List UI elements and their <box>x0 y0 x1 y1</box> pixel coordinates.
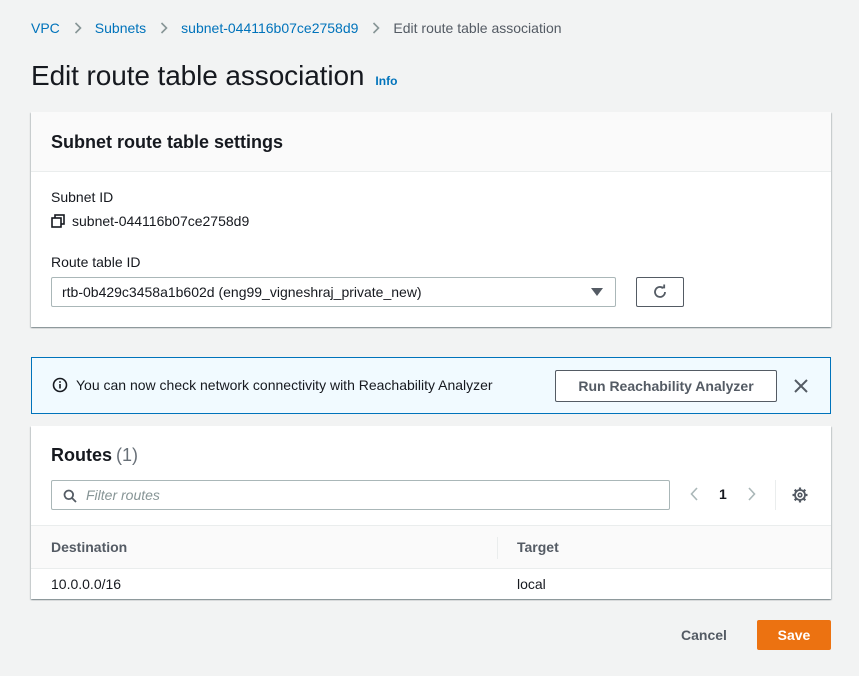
chevron-left-icon[interactable] <box>686 484 702 504</box>
save-button[interactable]: Save <box>757 620 831 650</box>
page-number[interactable]: 1 <box>719 486 727 502</box>
route-target: local <box>517 576 546 592</box>
refresh-button[interactable] <box>636 277 684 307</box>
route-table-id-label: Route table ID <box>51 254 141 270</box>
column-divider[interactable] <box>497 537 498 559</box>
column-header-target[interactable]: Target <box>517 539 559 555</box>
subnet-id-label: Subnet ID <box>51 189 114 205</box>
info-icon <box>52 377 68 393</box>
route-destination: 10.0.0.0/16 <box>51 576 122 592</box>
routes-panel: Routes(1) 1 Destination Target 10.0.0.0/… <box>31 426 831 599</box>
run-reachability-analyzer-button[interactable]: Run Reachability Analyzer <box>555 370 777 402</box>
chevron-right-icon[interactable] <box>744 484 760 504</box>
breadcrumb-current: Edit route table association <box>393 20 562 36</box>
chevron-right-icon <box>74 22 82 34</box>
filter-routes-input-wrapper[interactable] <box>51 480 670 510</box>
gear-icon[interactable] <box>792 487 808 503</box>
route-table-select[interactable]: rtb-0b429c3458a1b602d (eng99_vigneshraj_… <box>51 277 616 307</box>
copy-icon[interactable] <box>51 214 65 228</box>
column-header-destination[interactable]: Destination <box>51 539 127 555</box>
filter-routes-input[interactable] <box>86 487 669 503</box>
breadcrumb-subnets-link[interactable]: Subnets <box>95 20 146 36</box>
breadcrumb-subnet-link[interactable]: subnet-044116b07ce2758d9 <box>181 20 358 36</box>
subnet-route-table-settings-panel: Subnet route table settings Subnet ID su… <box>31 112 831 327</box>
breadcrumb: VPC Subnets subnet-044116b07ce2758d9 Edi… <box>31 18 562 38</box>
refresh-icon <box>654 284 666 298</box>
pagination: 1 <box>686 484 760 504</box>
caret-down-icon <box>591 288 603 296</box>
routes-count: (1) <box>116 445 139 465</box>
subnet-id-value: subnet-044116b07ce2758d9 <box>51 213 249 229</box>
chevron-right-icon <box>372 22 381 34</box>
cancel-button[interactable]: Cancel <box>668 620 740 650</box>
subnet-id-text: subnet-044116b07ce2758d9 <box>72 213 250 229</box>
close-icon[interactable] <box>792 377 810 395</box>
table-row: 10.0.0.0/16 local <box>31 569 831 599</box>
routes-title-text: Routes <box>51 445 113 465</box>
routes-table-header: Destination Target <box>31 525 831 569</box>
panel-header: Subnet route table settings <box>31 112 831 172</box>
page-title: Edit route table association <box>31 60 365 91</box>
reachability-analyzer-alert: You can now check network connectivity w… <box>31 357 831 414</box>
alert-text: You can now check network connectivity w… <box>76 377 493 393</box>
divider <box>775 480 776 510</box>
page-header: Edit route table association Info <box>31 60 397 92</box>
routes-title: Routes (1) <box>51 445 138 466</box>
search-icon <box>63 489 77 503</box>
chevron-right-icon <box>160 22 168 34</box>
info-link[interactable]: Info <box>375 74 397 88</box>
route-table-select-value: rtb-0b429c3458a1b602d (eng99_vigneshraj_… <box>62 284 422 300</box>
breadcrumb-vpc-link[interactable]: VPC <box>31 20 60 36</box>
